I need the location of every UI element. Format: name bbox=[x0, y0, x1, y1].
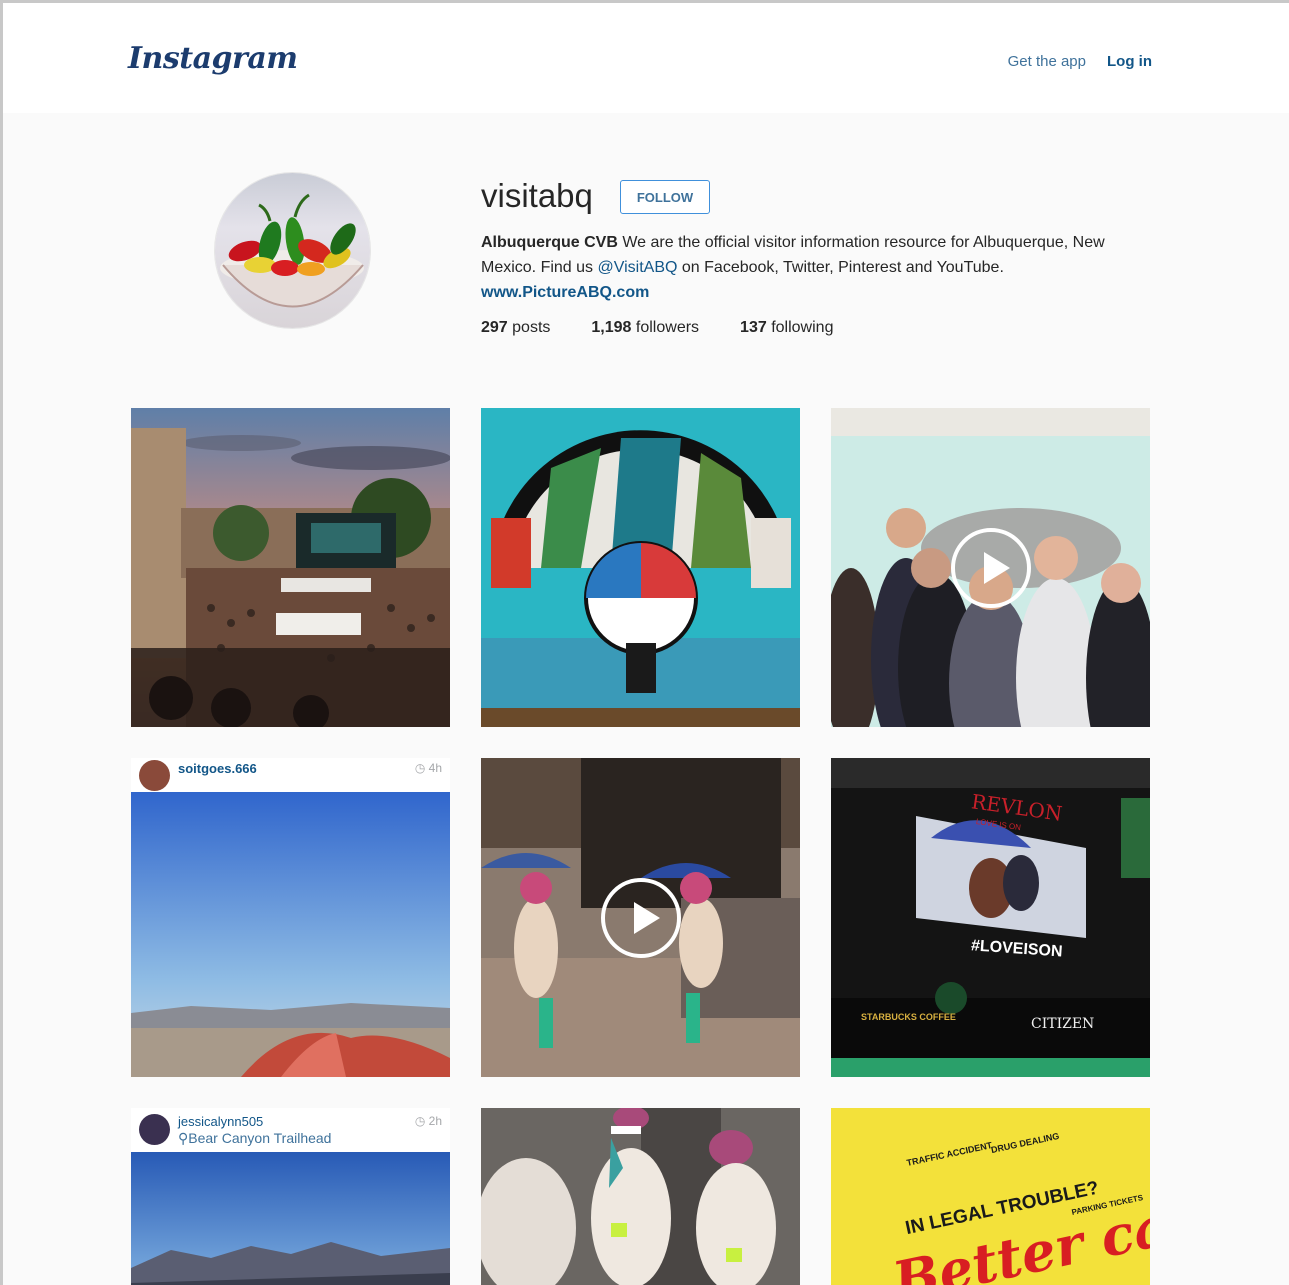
followers-stat[interactable]: 1,198 followers bbox=[591, 319, 699, 337]
post-tile[interactable]: soitgoes.666 ◷ 4h bbox=[131, 758, 450, 1077]
post-tile[interactable] bbox=[481, 1108, 800, 1285]
bio-handle-link[interactable]: @VisitABQ bbox=[597, 259, 677, 276]
repost-header: soitgoes.666 ◷ 4h bbox=[131, 758, 450, 792]
billboard-text: CITIZEN bbox=[1031, 1016, 1094, 1032]
profile-stats: 297 posts 1,198 followers 137 following bbox=[481, 319, 874, 337]
profile-website-link[interactable]: www.PictureABQ.com bbox=[481, 284, 649, 301]
following-label: following bbox=[771, 319, 834, 336]
top-bar: Instagram Get the app Log in bbox=[3, 3, 1289, 113]
profile-avatar bbox=[215, 173, 370, 328]
profile-full-name: Albuquerque CVB bbox=[481, 234, 618, 251]
repost-username[interactable]: jessicalynn505 bbox=[178, 1114, 263, 1129]
instagram-logo[interactable]: Instagram bbox=[128, 41, 298, 76]
post-time: ◷ 2h bbox=[414, 1114, 442, 1128]
repost-location[interactable]: ⚲Bear Canyon Trailhead bbox=[178, 1130, 331, 1147]
clock-icon: ◷ bbox=[414, 761, 426, 775]
posts-stat: 297 posts bbox=[481, 319, 550, 337]
posts-label: posts bbox=[512, 319, 551, 336]
post-tile[interactable]: REVLON LOVE IS ON #LOVEISON CITIZEN STAR… bbox=[831, 758, 1150, 1077]
post-tile[interactable]: jessicalynn505 ⚲Bear Canyon Trailhead ◷ … bbox=[131, 1108, 450, 1285]
billboard-text: STARBUCKS COFFEE bbox=[861, 1012, 956, 1022]
avatar[interactable] bbox=[139, 760, 170, 791]
repost-header: jessicalynn505 ⚲Bear Canyon Trailhead ◷ … bbox=[131, 1108, 450, 1152]
post-time: ◷ 4h bbox=[414, 761, 442, 775]
follow-button[interactable]: FOLLOW bbox=[620, 180, 710, 214]
repost-username[interactable]: soitgoes.666 bbox=[178, 761, 257, 776]
profile-page: visitabq FOLLOW Albuquerque CVB We are t… bbox=[3, 113, 1289, 1285]
bio-text-2: on Facebook, Twitter, Pinterest and YouT… bbox=[677, 259, 1004, 276]
followers-count: 1,198 bbox=[591, 319, 632, 336]
post-tile[interactable] bbox=[481, 758, 800, 1077]
post-tile[interactable] bbox=[481, 408, 800, 727]
avatar[interactable] bbox=[139, 1114, 170, 1145]
get-the-app-link[interactable]: Get the app bbox=[1008, 53, 1086, 70]
followers-label: followers bbox=[635, 319, 700, 336]
profile-username: visitabq bbox=[481, 177, 593, 214]
clock-icon: ◷ bbox=[414, 1114, 426, 1128]
top-nav: Get the app Log in bbox=[1008, 53, 1152, 70]
profile-bio: Albuquerque CVB We are the official visi… bbox=[481, 230, 1141, 305]
following-count: 137 bbox=[740, 319, 767, 336]
post-tile[interactable] bbox=[131, 408, 450, 727]
location-pin-icon: ⚲ bbox=[178, 1130, 189, 1146]
posts-count: 297 bbox=[481, 319, 508, 336]
following-stat[interactable]: 137 following bbox=[740, 319, 833, 337]
post-tile[interactable] bbox=[831, 408, 1150, 727]
log-in-link[interactable]: Log in bbox=[1107, 53, 1152, 70]
post-tile[interactable]: TRAFFIC ACCIDENT DRUG DEALING IN LEGAL T… bbox=[831, 1108, 1150, 1285]
play-icon[interactable] bbox=[600, 877, 681, 958]
play-icon[interactable] bbox=[950, 527, 1031, 608]
